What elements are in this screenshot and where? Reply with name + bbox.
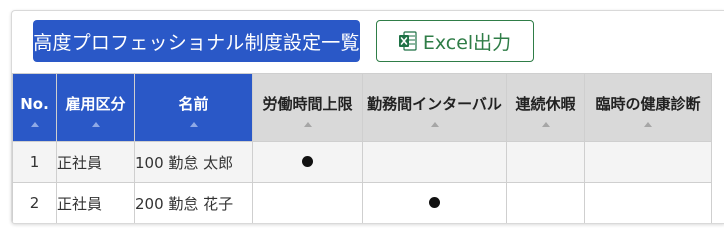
column-header-work-interval[interactable]: 勤務間インターバル	[362, 73, 507, 142]
cell-work-interval[interactable]	[362, 141, 507, 183]
excel-icon	[398, 31, 417, 51]
column-header-label: 雇用区分	[65, 95, 126, 113]
cell-name: 100 勤怠 太郎	[134, 141, 253, 183]
cell-working-hours-limit[interactable]	[252, 141, 363, 183]
check-mark-icon	[429, 197, 440, 208]
cell-work-interval[interactable]	[362, 182, 507, 223]
cell-no: 1	[12, 141, 57, 183]
excel-export-label: Excel出力	[422, 31, 512, 54]
column-header-label: 臨時の健康診断	[595, 95, 701, 113]
column-header-employment-type[interactable]: 雇用区分	[56, 73, 135, 142]
column-header-label: 勤務間インターバル	[367, 95, 502, 113]
cell-name: 200 勤怠 花子	[134, 182, 253, 223]
cell-consecutive-leave[interactable]	[506, 141, 585, 183]
cell-health-checkup[interactable]	[584, 182, 712, 223]
sort-icon	[189, 122, 198, 127]
table-row[interactable]: 1 正社員 100 勤怠 太郎	[12, 141, 712, 183]
column-header-name[interactable]: 名前	[134, 73, 253, 142]
column-header-label: No.	[20, 94, 49, 113]
check-mark-icon	[302, 156, 313, 167]
table-header-row: No. 雇用区分 名前 労働時間上限 勤務間インターバル 連続休暇 臨時の健康診…	[12, 73, 712, 142]
column-header-label: 労働時間上限	[262, 95, 353, 113]
sort-icon	[303, 122, 312, 127]
cell-employment-type: 正社員	[56, 182, 135, 223]
column-header-consecutive-leave[interactable]: 連続休暇	[506, 73, 585, 142]
sort-icon	[30, 122, 39, 127]
settings-table: No. 雇用区分 名前 労働時間上限 勤務間インターバル 連続休暇 臨時の健康診…	[12, 73, 712, 223]
cell-employment-type: 正社員	[56, 141, 135, 183]
cell-consecutive-leave[interactable]	[506, 182, 585, 223]
column-header-health-checkup[interactable]: 臨時の健康診断	[584, 73, 712, 142]
column-header-label: 連続休暇	[515, 95, 576, 113]
cell-no: 2	[12, 182, 57, 223]
cell-health-checkup[interactable]	[584, 141, 712, 183]
cell-working-hours-limit[interactable]	[252, 182, 363, 223]
high-professional-settings-list-button[interactable]: 高度プロフェッショナル制度設定一覧	[33, 20, 360, 62]
sort-icon	[644, 122, 652, 127]
column-header-working-hours-limit[interactable]: 労働時間上限	[252, 73, 363, 142]
excel-export-button[interactable]: Excel出力	[376, 20, 534, 62]
column-header-label: 名前	[178, 95, 209, 113]
table-row[interactable]: 2 正社員 200 勤怠 花子	[12, 182, 712, 223]
settings-card: 高度プロフェッショナル制度設定一覧 Excel出力 No. 雇用区分 名前 労働…	[11, 10, 724, 224]
sort-icon	[541, 122, 550, 127]
sort-icon	[430, 122, 439, 127]
sort-icon	[91, 122, 100, 127]
page: 高度プロフェッショナル制度設定一覧 Excel出力 No. 雇用区分 名前 労働…	[0, 0, 724, 237]
column-header-no[interactable]: No.	[12, 73, 57, 142]
